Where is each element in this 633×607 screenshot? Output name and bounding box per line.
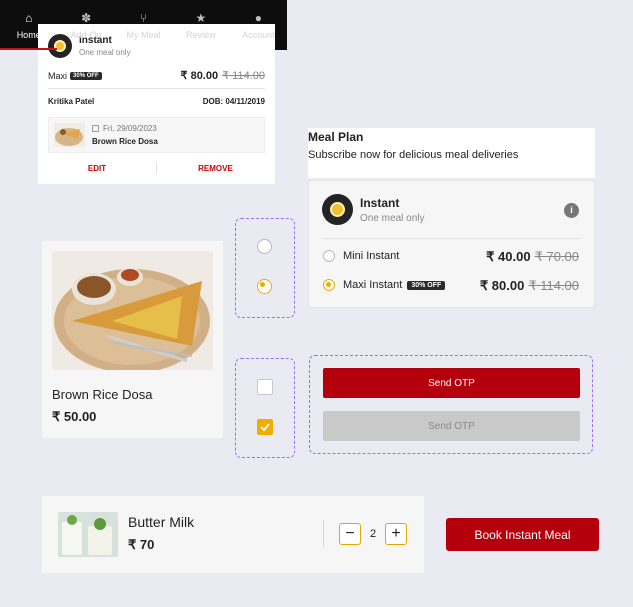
star-icon: ★ xyxy=(195,10,207,25)
radio-mini-instant[interactable] xyxy=(323,250,335,262)
nav-label: My Meal xyxy=(126,29,161,40)
nav-item-add-on[interactable]: ✽ Add-On xyxy=(57,0,114,50)
old-price: ₹ 114.00 xyxy=(222,70,265,82)
radio-maxi-instant[interactable] xyxy=(323,279,335,291)
cutlery-icon: ⑂ xyxy=(139,10,148,25)
nav-label: Account xyxy=(242,29,275,40)
meal-plan-header: Meal Plan Subscribe now for delicious me… xyxy=(308,128,595,178)
plan-card-title: Instant xyxy=(360,195,400,210)
plan-card-subtitle: One meal only xyxy=(360,212,425,224)
customer-name: Kritika Patel xyxy=(48,97,95,106)
calendar-icon xyxy=(92,125,99,132)
nav-item-my-meal[interactable]: ⑂ My Meal xyxy=(115,0,172,50)
dob: DOB: 04/11/2019 xyxy=(202,97,265,106)
quantity-value: 2 xyxy=(369,528,377,540)
home-icon: ⌂ xyxy=(25,10,33,25)
food-name: Brown Rice Dosa xyxy=(52,387,153,402)
divider xyxy=(322,238,581,239)
nav-item-review[interactable]: ★ Review xyxy=(172,0,229,50)
checkbox-states-group xyxy=(235,358,295,458)
option-price: ₹ 80.00 xyxy=(479,278,525,293)
meal-name: Brown Rice Dosa xyxy=(92,137,158,146)
bottom-nav-bar: ⌂ Home ✽ Add-On ⑂ My Meal ★ Review ● Acc… xyxy=(0,0,287,50)
butter-milk-illustration xyxy=(58,512,118,557)
nav-item-home[interactable]: ⌂ Home xyxy=(0,0,58,50)
meal-entry: Fri, 29/09/2023 Brown Rice Dosa xyxy=(48,117,265,153)
price: ₹ 80.00 xyxy=(180,70,219,82)
addon-icon: ✽ xyxy=(81,10,92,25)
cart-item-card: Butter Milk ₹ 70 − 2 + xyxy=(42,496,424,573)
discount-badge: 30% OFF xyxy=(407,280,446,290)
send-otp-button-disabled: Send OTP xyxy=(323,411,580,441)
nav-label: Add-On xyxy=(70,29,102,40)
increase-quantity-button[interactable]: + xyxy=(385,523,407,545)
meal-plan-card: Instant One meal only i Mini Instant ₹ 4… xyxy=(308,180,595,308)
info-icon[interactable]: i xyxy=(564,203,579,218)
food-card[interactable]: Brown Rice Dosa ₹ 50.00 xyxy=(42,241,223,438)
book-instant-meal-button[interactable]: Book Instant Meal xyxy=(446,518,599,551)
divider xyxy=(323,520,324,548)
divider xyxy=(48,88,265,89)
nav-item-account[interactable]: ● Account xyxy=(230,0,287,50)
edit-button[interactable]: EDIT xyxy=(38,164,156,173)
nav-label: Home xyxy=(16,29,41,40)
decrease-quantity-button[interactable]: − xyxy=(339,523,361,545)
radio-unchecked[interactable] xyxy=(257,239,272,254)
dosa-thumbnail xyxy=(54,123,85,147)
nav-label: Review xyxy=(186,29,216,40)
meal-plan-subtitle: Subscribe now for delicious meal deliver… xyxy=(308,149,519,161)
option-label: Mini Instant xyxy=(343,250,400,262)
food-price: ₹ 50.00 xyxy=(52,409,97,424)
user-icon: ● xyxy=(254,10,262,25)
option-old-price: ₹ 114.00 xyxy=(528,278,579,293)
option-old-price: ₹ 70.00 xyxy=(534,249,579,264)
option-price: ₹ 40.00 xyxy=(486,249,531,264)
checkbox-unchecked[interactable] xyxy=(257,379,273,395)
item-price: ₹ 70 xyxy=(128,537,155,552)
checkbox-checked[interactable] xyxy=(257,419,273,435)
dosa-plate-illustration xyxy=(52,251,213,370)
plan-name: Maxi xyxy=(48,71,68,81)
butter-milk-image xyxy=(58,512,118,557)
discount-badge: 30% OFF xyxy=(70,72,102,80)
dosa-thumb-image xyxy=(55,128,83,146)
instant-medal-icon xyxy=(322,194,353,225)
meal-date: Fri, 29/09/2023 xyxy=(103,124,157,133)
radio-checked[interactable] xyxy=(257,279,272,294)
plan-option-mini[interactable]: Mini Instant xyxy=(323,250,399,262)
dosa-image xyxy=(52,251,213,370)
meal-plan-title: Meal Plan xyxy=(308,130,364,144)
plan-option-maxi[interactable]: Maxi Instant 30% OFF xyxy=(323,279,446,291)
radio-states-group xyxy=(235,218,295,318)
check-icon xyxy=(260,423,270,432)
option-label: Maxi Instant xyxy=(343,279,403,291)
item-name: Butter Milk xyxy=(128,514,195,530)
quantity-stepper: − 2 + xyxy=(339,523,407,545)
send-otp-button[interactable]: Send OTP xyxy=(323,368,580,398)
remove-button[interactable]: REMOVE xyxy=(156,164,275,173)
